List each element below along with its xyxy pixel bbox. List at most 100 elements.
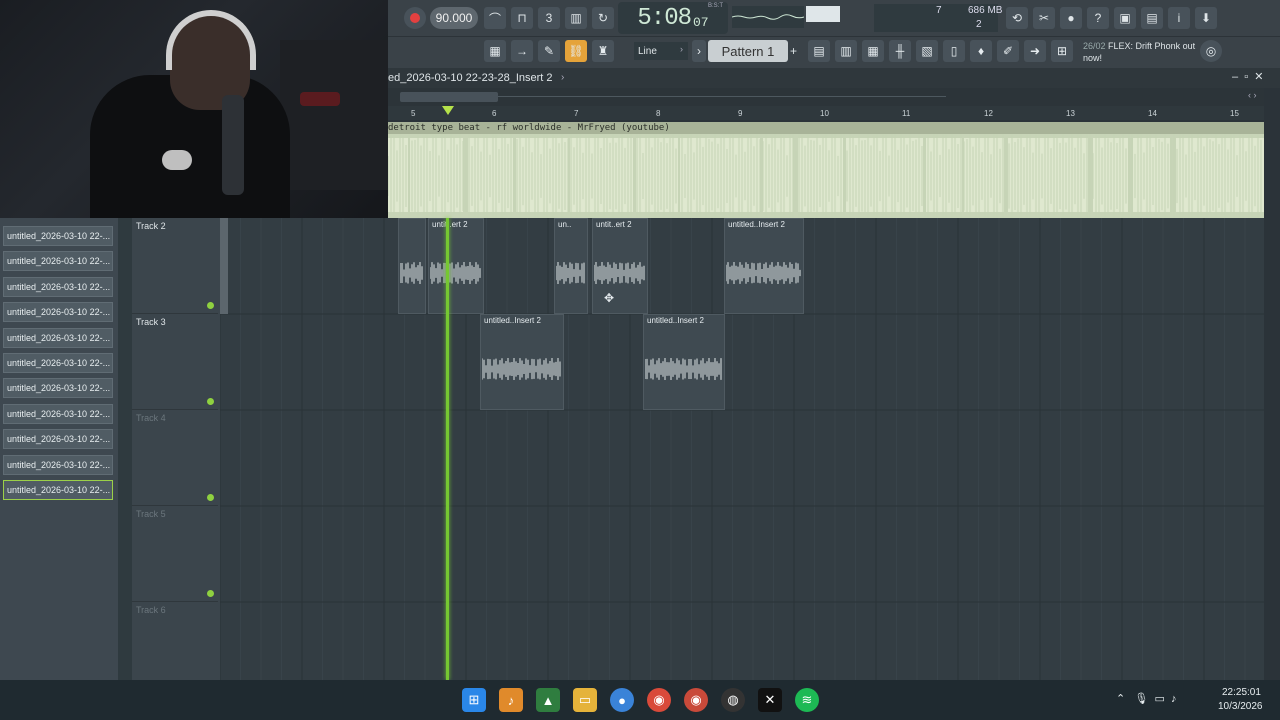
playhead-marker-icon[interactable]	[442, 106, 454, 115]
loop-record-icon[interactable]: ↻	[592, 7, 614, 29]
file-list-item[interactable]: untitled_2026-03-10 22-...	[3, 251, 113, 272]
faders-icon[interactable]: ╫	[889, 40, 911, 62]
picker-scrollbar[interactable]	[118, 218, 132, 680]
ram-value: 686 MB	[968, 5, 1003, 16]
file-list-item[interactable]: untitled_2026-03-10 22-...	[3, 454, 113, 475]
obs-icon[interactable]: ◍	[721, 688, 745, 712]
track-header[interactable]	[132, 218, 218, 314]
share-icon[interactable]: ➜	[1024, 40, 1046, 62]
ruler-number: 10	[820, 109, 829, 118]
wait-input-icon[interactable]: ⊓	[511, 7, 533, 29]
clip-waveform	[430, 262, 481, 284]
mic-icon[interactable]: ●	[1060, 7, 1082, 29]
polyphony-value: 2	[976, 19, 982, 30]
pattern-selector[interactable]: Pattern 1	[708, 40, 788, 62]
record-button[interactable]	[404, 7, 426, 29]
webcam-overlay	[0, 0, 388, 218]
help-icon[interactable]: ?	[1087, 7, 1109, 29]
vertical-scrollbar[interactable]	[1264, 120, 1280, 678]
ruler-number: 8	[656, 109, 661, 118]
file-list-item[interactable]: untitled_2026-03-10 22-...	[3, 226, 113, 246]
play-pattern-icon[interactable]: ›	[692, 40, 706, 62]
render-icon[interactable]: ▤	[1141, 7, 1163, 29]
track-header[interactable]	[132, 506, 218, 602]
stamp-icon[interactable]: ♜	[592, 40, 614, 62]
clip-title: untitled..Insert 2	[647, 316, 704, 325]
file-list-item[interactable]: untitled_2026-03-10 22-...	[3, 403, 113, 424]
time-main: 5:08	[637, 4, 692, 32]
step-edit-icon[interactable]: ▥	[565, 7, 587, 29]
system-tray[interactable]: ⌃ 🎙 ▭ ♪	[1116, 692, 1176, 705]
chevron-right-icon[interactable]: ›	[561, 72, 564, 83]
tools-icon[interactable]: ✐	[997, 40, 1019, 62]
metronome-icon[interactable]: ⌒	[484, 7, 506, 29]
spotify-icon[interactable]: ≋	[795, 688, 819, 712]
brush-icon[interactable]: ✎	[538, 40, 560, 62]
track-enable-dot[interactable]	[207, 494, 214, 501]
ruler-number: 12	[984, 109, 993, 118]
arrow-right-icon[interactable]: →	[511, 40, 533, 62]
piano-roll-icon[interactable]: ▦	[484, 40, 506, 62]
track-enable-dot[interactable]	[207, 590, 214, 597]
horizontal-scrollbar[interactable]	[388, 88, 1264, 106]
file-explorer-icon[interactable]: ▭	[573, 688, 597, 712]
clip-waveform	[726, 262, 801, 284]
clip-waveform	[645, 358, 722, 380]
playlist-icon[interactable]: ▤	[808, 40, 830, 62]
windows-start-icon[interactable]: ⊞	[462, 688, 486, 712]
track-header[interactable]	[132, 410, 218, 506]
cut-icon[interactable]: ✂	[1033, 7, 1055, 29]
clock-time[interactable]: 22:25:01	[1222, 687, 1261, 698]
countdown-icon[interactable]: 3	[538, 7, 560, 29]
track-enable-dot[interactable]	[207, 302, 214, 309]
clip-title: untit..ert 2	[596, 220, 632, 229]
news-date: 26/02	[1083, 41, 1106, 51]
ruler-number: 5	[411, 109, 416, 118]
plugin-icon[interactable]: ♦	[970, 40, 992, 62]
ruler-number: 7	[574, 109, 579, 118]
chevron-right-icon: ›	[680, 44, 683, 54]
undo-icon[interactable]: ⟲	[1006, 7, 1028, 29]
download-icon[interactable]: ⬇	[1195, 7, 1217, 29]
file-list-item[interactable]: untitled_2026-03-10 22-...	[3, 327, 113, 348]
fl-studio-icon[interactable]: ♪	[499, 688, 523, 712]
cart-icon[interactable]: ⊞	[1051, 40, 1073, 62]
clip-waveform	[556, 262, 585, 284]
track-header[interactable]	[132, 314, 218, 410]
clock-date[interactable]: 10/3/2026	[1218, 701, 1263, 712]
link-icon[interactable]: ⛓	[565, 40, 587, 62]
chrome-profile-icon[interactable]: ◉	[684, 688, 708, 712]
tempo-display[interactable]: 90.000	[430, 7, 478, 29]
save-icon[interactable]: ▣	[1114, 7, 1136, 29]
chrome-icon[interactable]: ◉	[647, 688, 671, 712]
ruler-number: 6	[492, 109, 497, 118]
capcut-icon[interactable]: ✕	[758, 688, 782, 712]
track-name: Track 6	[136, 605, 166, 615]
reference-clip-label: detroit type beat - rf worldwide - MrFry…	[388, 123, 670, 133]
browser-icon[interactable]: ▧	[916, 40, 938, 62]
window-controls[interactable]: – ▫ ✕	[1232, 70, 1263, 83]
file-list-item[interactable]: untitled_2026-03-10 22-...	[3, 302, 113, 323]
file-list-item[interactable]: untitled_2026-03-10 22-...	[3, 276, 113, 297]
ruler-number: 11	[902, 109, 911, 118]
file-icon[interactable]: ▯	[943, 40, 965, 62]
file-list-item[interactable]: untitled_2026-03-10 22-...	[3, 378, 113, 399]
track-scroll-thumb[interactable]	[220, 218, 228, 314]
file-list-item[interactable]: untitled_2026-03-10 22-...	[3, 353, 113, 373]
time-sub: 07	[693, 14, 709, 30]
channel-rack-icon[interactable]: ▥	[835, 40, 857, 62]
add-pattern-button[interactable]: +	[790, 44, 797, 58]
google-drive-icon[interactable]: ▲	[536, 688, 560, 712]
voice-icon[interactable]: ●	[610, 688, 634, 712]
time-format-label: B:S:T	[708, 3, 724, 9]
scroll-thumb[interactable]	[400, 92, 498, 102]
info-icon[interactable]: i	[1168, 7, 1190, 29]
track-enable-dot[interactable]	[207, 398, 214, 405]
news-ticker[interactable]: 26/02 FLEX: Drift Phonk out now!	[1083, 40, 1201, 64]
clip-title: untit..ert 2	[432, 220, 468, 229]
file-list-item[interactable]: untitled_2026-03-10 22-...	[3, 429, 113, 450]
file-list-item[interactable]: untitled_2026-03-10 22-...	[3, 480, 113, 500]
mixer-icon[interactable]: ▦	[862, 40, 884, 62]
globe-icon[interactable]: ◎	[1200, 40, 1222, 62]
scroll-arrows-icon[interactable]: ‹ ›	[1248, 90, 1257, 100]
